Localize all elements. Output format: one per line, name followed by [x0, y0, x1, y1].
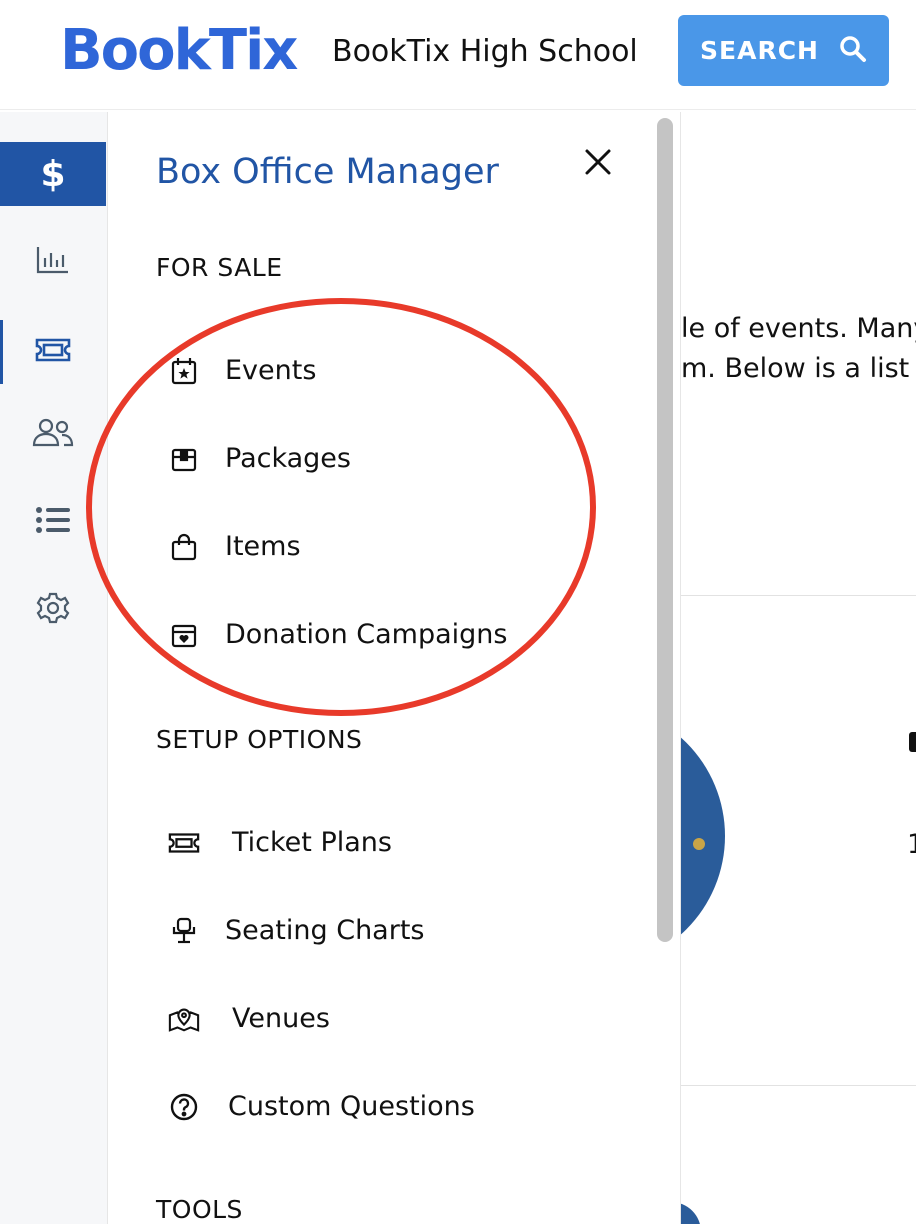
list-icon	[35, 506, 71, 538]
menu-item-label: Events	[225, 355, 317, 386]
menu-item-ticket-plans[interactable]: Ticket Plans	[168, 823, 392, 863]
menu-item-donation-campaigns[interactable]: Donation Campaigns	[168, 615, 507, 655]
menu-item-seating-charts[interactable]: Seating Charts	[168, 911, 424, 951]
menu-item-items[interactable]: Items	[168, 527, 301, 567]
close-icon	[585, 149, 611, 175]
menu-item-label: Ticket Plans	[232, 827, 392, 858]
gear-icon	[36, 591, 70, 629]
rail-item-settings[interactable]	[0, 578, 106, 642]
menu-item-label: Items	[225, 531, 301, 562]
menu-item-venues[interactable]: Venues	[168, 999, 330, 1039]
top-header: BookTix BookTix High School SEARCH	[0, 0, 916, 110]
intro-text-line-1: le of events. Many	[681, 313, 916, 344]
menu-item-label: Packages	[225, 443, 351, 474]
event-image-2[interactable]	[681, 1202, 701, 1224]
ticket-icon	[168, 827, 200, 859]
box-office-drawer: Box Office Manager FOR SALE Events Packa…	[108, 112, 678, 1224]
chart-icon	[36, 245, 70, 279]
event-image-dot	[693, 838, 705, 850]
rail-item-tickets[interactable]	[0, 320, 106, 384]
event-title-fragment	[909, 732, 916, 752]
donation-box-icon	[168, 619, 200, 651]
close-button[interactable]	[582, 146, 614, 178]
for-sale-heading: FOR SALE	[156, 253, 283, 282]
shopping-bag-icon	[168, 531, 200, 563]
event-date-fragment: 1	[907, 828, 916, 862]
question-circle-icon	[168, 1091, 200, 1123]
users-icon	[32, 417, 74, 451]
content-divider	[681, 1085, 916, 1086]
menu-item-label: Seating Charts	[225, 915, 425, 946]
search-button-label: SEARCH	[700, 36, 819, 65]
menu-item-events[interactable]: Events	[168, 351, 316, 391]
school-name: BookTix High School	[332, 34, 638, 69]
rail-item-customers[interactable]	[0, 402, 106, 466]
event-image[interactable]	[681, 704, 725, 968]
rail-item-reports[interactable]	[0, 230, 106, 294]
drawer-scrollbar-thumb[interactable]	[657, 118, 673, 942]
search-button[interactable]: SEARCH	[678, 15, 889, 86]
menu-item-label: Donation Campaigns	[225, 619, 508, 650]
main-content: le of events. Many m. Below is a list o …	[680, 112, 916, 1224]
calendar-star-icon	[168, 355, 200, 387]
menu-item-custom-questions[interactable]: Custom Questions	[168, 1087, 475, 1127]
menu-item-packages[interactable]: Packages	[168, 439, 351, 479]
rail-item-orders[interactable]	[0, 490, 106, 554]
package-icon	[168, 443, 200, 475]
icon-rail: $	[0, 112, 108, 1224]
setup-options-heading: SETUP OPTIONS	[156, 725, 363, 754]
tools-heading: TOOLS	[156, 1195, 243, 1224]
menu-item-label: Custom Questions	[228, 1091, 475, 1122]
booktix-logo[interactable]: BookTix	[60, 18, 298, 84]
drawer-title: Box Office Manager	[156, 152, 499, 192]
map-pin-icon	[168, 1003, 200, 1035]
intro-text-line-2: m. Below is a list o	[681, 353, 916, 384]
content-divider	[681, 595, 916, 596]
rail-item-box-office[interactable]: $	[0, 142, 106, 206]
dollar-icon: $	[40, 153, 66, 195]
search-icon	[839, 35, 867, 67]
menu-item-label: Venues	[232, 1003, 330, 1034]
seat-icon	[168, 915, 200, 947]
ticket-icon	[34, 337, 72, 367]
